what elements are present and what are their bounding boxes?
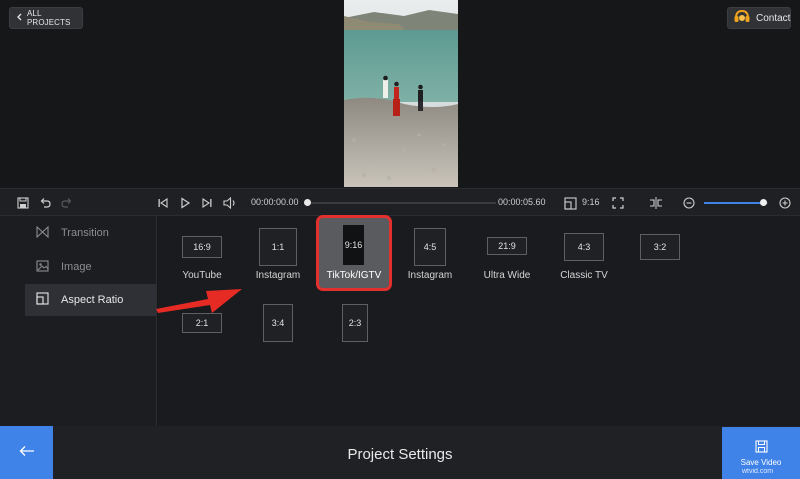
zoom-in-icon[interactable] [778,194,792,212]
ratio-thumbnail: 9:16 [343,225,364,265]
sidebar-item-transition[interactable]: Transition [25,217,157,249]
aspect-ratio-panel [158,216,800,426]
page-title: Project Settings [347,446,453,463]
timeline-track[interactable] [304,202,496,204]
total-time: 00:00:05.60 [498,197,546,207]
ratio-thumbnail: 2:1 [182,313,222,333]
timeline-toolbar: 00:00:00.00 00:00:05.60 9:16 [0,188,800,216]
sidebar-item-label: Aspect Ratio [61,294,124,306]
aspect-ratio-toolbar-icon[interactable] [562,194,578,212]
ratio-name: Classic TV [560,270,608,281]
contact-label: Contact [756,12,791,24]
redo-icon[interactable] [60,194,74,212]
all-projects-button[interactable]: ALL PROJECTS [9,7,83,29]
ratio-thumbnail: 21:9 [487,237,527,255]
annotation-arrow-icon [156,289,242,313]
headset-icon [734,9,750,26]
contact-button[interactable]: Contact [727,7,791,29]
transition-icon [36,225,49,241]
zoom-slider-fill [704,202,763,204]
undo-icon[interactable] [38,194,52,212]
video-frame [344,0,458,187]
floppy-icon [754,439,768,455]
ratio-readout[interactable]: 9:16 [582,197,600,207]
save-project-icon[interactable] [16,194,30,212]
ratio-name: TikTok/IGTV [326,270,382,281]
settings-sidebar: Transition Image Aspect Ratio [0,216,157,426]
ratio-thumbnail: 3:2 [640,234,680,260]
ratio-thumbnail: 2:3 [342,304,368,342]
ratio-thumbnail: 16:9 [182,236,222,258]
save-video-label: Save Video [740,457,782,467]
ratio-thumbnail: 4:3 [564,233,604,261]
ratio-name: Instagram [255,270,301,281]
current-time: 00:00:00.00 [251,197,299,207]
sidebar-item-label: Transition [61,227,109,239]
ratio-thumbnail: 1:1 [259,228,297,266]
split-icon[interactable] [648,194,664,212]
aspect-ratio-icon [36,292,49,308]
watermark-text: wtvid.com [742,468,774,475]
ratio-thumbnail: 3:4 [263,304,293,342]
sidebar-item-image[interactable]: Image [25,251,157,283]
timeline-playhead[interactable] [304,199,311,206]
image-icon [36,259,49,275]
ratio-name: YouTube [182,270,222,281]
sidebar-item-label: Image [61,261,92,273]
zoom-out-icon[interactable] [682,194,696,212]
sidebar-item-aspect-ratio[interactable]: Aspect Ratio [25,284,157,316]
ratio-thumbnail: 4:5 [414,228,446,266]
all-projects-label: ALL PROJECTS [27,9,71,27]
chevron-left-icon [16,13,22,23]
skip-back-icon[interactable] [156,194,170,212]
skip-forward-icon[interactable] [200,194,214,212]
zoom-slider-knob[interactable] [759,199,767,206]
ratio-name: Ultra Wide [483,270,531,281]
fullscreen-icon[interactable] [610,194,626,212]
ratio-name: Instagram [407,270,453,281]
arrow-left-icon [19,444,35,462]
play-icon[interactable] [178,194,192,212]
volume-icon[interactable] [222,194,238,212]
back-button[interactable] [0,426,53,479]
